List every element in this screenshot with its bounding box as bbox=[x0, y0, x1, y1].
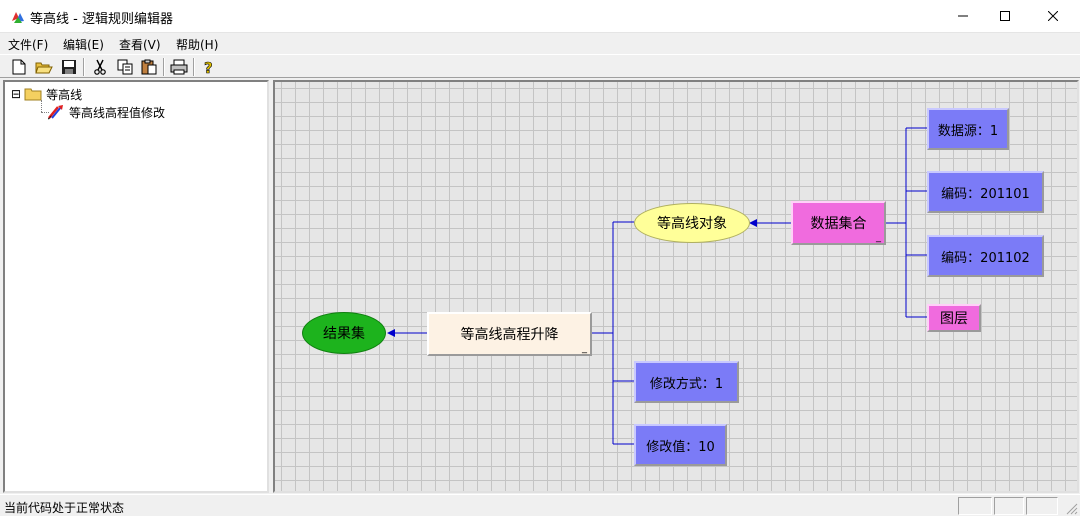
node-resize-handle: _ bbox=[876, 232, 881, 243]
status-pane bbox=[994, 497, 1024, 515]
node-data-collection[interactable]: 数据集合 _ bbox=[791, 201, 886, 245]
toolbar-separator bbox=[163, 58, 165, 76]
save-icon[interactable] bbox=[60, 58, 78, 76]
node-code-201102-label: 编码：201102 bbox=[941, 250, 1030, 266]
print-icon[interactable] bbox=[170, 58, 188, 76]
status-pane bbox=[1026, 497, 1058, 515]
minimize-button[interactable] bbox=[940, 0, 986, 32]
menu-edit[interactable]: 编辑(E) bbox=[63, 36, 104, 53]
open-folder-icon[interactable] bbox=[35, 58, 53, 76]
node-result-set-label: 结果集 bbox=[323, 326, 365, 342]
menu-help[interactable]: 帮助(H) bbox=[176, 36, 218, 53]
tree-root-label: 等高线 bbox=[46, 87, 83, 102]
copy-icon[interactable] bbox=[116, 58, 134, 76]
status-pane bbox=[958, 497, 992, 515]
toolbar-separator bbox=[83, 58, 85, 76]
node-contour-elevation[interactable]: 等高线高程升降 _ bbox=[427, 312, 592, 356]
tree-child-label: 等高线高程值修改 bbox=[69, 105, 166, 120]
node-layer[interactable]: 图层 bbox=[927, 304, 981, 332]
close-icon bbox=[1048, 11, 1058, 21]
new-file-icon[interactable] bbox=[10, 58, 28, 76]
node-contour-elevation-label: 等高线高程升降 bbox=[460, 327, 559, 343]
tree-root-node[interactable]: ⊟ 等高线 bbox=[11, 86, 82, 102]
node-resize-handle: _ bbox=[582, 343, 587, 354]
node-modify-mode[interactable]: 修改方式：1 bbox=[634, 361, 739, 403]
status-text: 当前代码处于正常状态 bbox=[4, 501, 125, 515]
rule-icon: ✓ bbox=[47, 104, 65, 120]
node-contour-object[interactable]: 等高线对象 bbox=[634, 203, 750, 243]
cut-icon[interactable] bbox=[91, 58, 109, 76]
node-code-201102[interactable]: 编码：201102 bbox=[927, 235, 1044, 277]
toolbar: ? bbox=[0, 54, 1080, 78]
status-bar: 当前代码处于正常状态 bbox=[0, 494, 1080, 516]
title-bar: 等高线 - 逻辑规则编辑器 bbox=[0, 0, 1080, 33]
node-data-source[interactable]: 数据源：1 bbox=[927, 108, 1009, 150]
folder-icon bbox=[24, 87, 42, 101]
resize-grip-icon[interactable] bbox=[1064, 501, 1078, 515]
tree-item-contour-modify[interactable]: ✓ 等高线高程值修改 bbox=[47, 104, 165, 120]
node-modify-mode-label: 修改方式：1 bbox=[649, 376, 724, 392]
node-data-source-label: 数据源：1 bbox=[937, 123, 999, 139]
paste-icon[interactable] bbox=[140, 58, 158, 76]
tree-connector bbox=[41, 100, 42, 112]
minimize-icon bbox=[958, 15, 968, 17]
node-contour-object-label: 等高线对象 bbox=[657, 216, 727, 232]
node-data-collection-label: 数据集合 bbox=[810, 216, 867, 232]
close-button[interactable] bbox=[1030, 0, 1076, 32]
svg-text:✓: ✓ bbox=[47, 114, 53, 120]
node-layer-label: 图层 bbox=[940, 311, 968, 327]
maximize-icon bbox=[1000, 11, 1010, 21]
svg-text:?: ? bbox=[204, 59, 213, 75]
node-result-set[interactable]: 结果集 bbox=[302, 312, 386, 354]
menu-view[interactable]: 查看(V) bbox=[119, 36, 161, 53]
node-code-201101-label: 编码：201101 bbox=[941, 186, 1030, 202]
tree-expander[interactable]: ⊟ bbox=[11, 88, 21, 100]
diagram-canvas[interactable]: 结果集 等高线高程升降 _ 等高线对象 数据集合 _ 数据源：1 编码：2011… bbox=[273, 80, 1079, 493]
tree-panel: ⊟ 等高线 ✓ 等高线高程值修改 bbox=[3, 80, 269, 493]
menu-bar: 文件(F) 编辑(E) 查看(V) 帮助(H) bbox=[0, 33, 1080, 53]
node-modify-value-label: 修改值：10 bbox=[646, 439, 715, 455]
window-title: 等高线 - 逻辑规则编辑器 bbox=[30, 12, 173, 27]
node-modify-value[interactable]: 修改值：10 bbox=[634, 424, 727, 466]
app-icon bbox=[10, 9, 26, 25]
node-code-201101[interactable]: 编码：201101 bbox=[927, 171, 1044, 213]
toolbar-separator bbox=[193, 58, 195, 76]
menu-file[interactable]: 文件(F) bbox=[8, 36, 48, 53]
help-icon[interactable]: ? bbox=[200, 58, 218, 76]
maximize-button[interactable] bbox=[982, 0, 1028, 32]
